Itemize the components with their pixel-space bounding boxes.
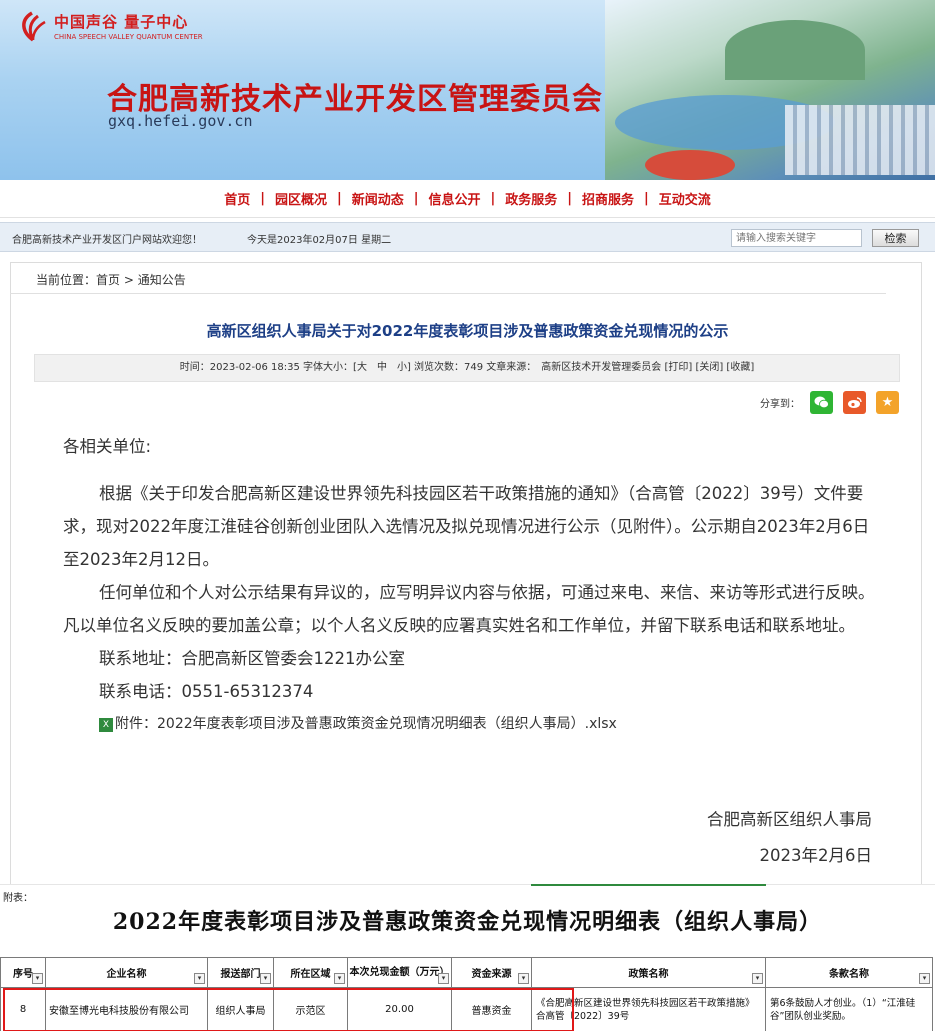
nav-item-gov-services[interactable]: 政务服务	[495, 189, 567, 208]
nav-item-info-disclosure[interactable]: 信息公开	[418, 189, 490, 208]
cell-clause: 第6条鼓励人才创业。（1）“江淮硅谷”团队创业奖励。	[765, 987, 933, 1031]
favorite-star-icon[interactable]: ★	[876, 391, 899, 414]
excel-file-icon: X	[99, 717, 113, 732]
filter-dropdown-icon[interactable]: ▾	[194, 973, 205, 984]
logo-mark-icon	[18, 10, 48, 42]
contact-phone: 联系电话：0551-65312374	[99, 682, 314, 701]
main-nav: 首页 | 园区概况 | 新闻动态 | 信息公开 | 政务服务 | 招商服务 | …	[0, 180, 935, 218]
status-bar: 合肥高新技术产业开发区门户网站欢迎您！ 今天是2023年02月07日 星期二 检…	[0, 222, 935, 252]
column-header: 本次兑现金额（万元） ▾	[347, 957, 452, 988]
search-input[interactable]	[731, 229, 862, 247]
filter-dropdown-icon[interactable]: ▾	[32, 973, 43, 984]
nav-item-park-overview[interactable]: 园区概况	[265, 189, 337, 208]
wechat-icon[interactable]	[810, 391, 833, 414]
column-header: 条款名称 ▾	[765, 957, 933, 988]
share-label: 分享到：	[760, 399, 800, 410]
article-meta: 时间：2023-02-06 18:35 字体大小：[大 中 小] 浏览次数：74…	[34, 354, 900, 382]
nav-item-investment[interactable]: 招商服务	[572, 189, 644, 208]
nav-item-interaction[interactable]: 互动交流	[649, 189, 721, 208]
paragraph: 根据《关于印发合肥高新区建设世界领先科技园区若干政策措施的通知》（合高管〔202…	[63, 484, 870, 569]
sheet-title: 2022年度表彰项目涉及普惠政策资金兑现情况明细表（组织人事局）	[112, 909, 823, 935]
highlight-box	[3, 988, 574, 1031]
filter-dropdown-icon[interactable]: ▾	[260, 973, 271, 984]
attachment-label: 附件：2022年度表彰项目涉及普惠政策资金兑现情况明细表（组织人事局）.xlsx	[115, 716, 617, 732]
column-header: 序号 ▾	[0, 957, 46, 988]
article-body: 各相关单位: 根据《关于印发合肥高新区建设世界领先科技园区若干政策措施的通知》（…	[63, 430, 875, 741]
paragraph: 任何单位和个人对公示结果有异议的，应写明异议内容与依据，可通过来电、来信、来访等…	[63, 583, 875, 635]
cell-selection-line	[531, 884, 766, 886]
filter-dropdown-icon[interactable]: ▾	[752, 973, 763, 984]
table-header-row: 序号 ▾ 企业名称 ▾ 报送部门 ▾ 所在区域 ▾ 本次兑现金额（万元） ▾ 资金来源 ▾ …	[0, 957, 933, 988]
filter-dropdown-icon[interactable]: ▾	[438, 973, 449, 984]
sheet-label: 附表：	[3, 893, 33, 904]
attachment-sheet-preview: 附表： 2022年度表彰项目涉及普惠政策资金兑现情况明细表（组织人事局） 序号 ▾…	[0, 884, 935, 1031]
site-url: gxq.hefei.gov.cn	[108, 112, 253, 130]
logo-text-cn: 中国声谷 量子中心	[54, 13, 189, 31]
breadcrumb-prefix: 当前位置：	[36, 273, 97, 287]
attachment-link[interactable]: X 附件：2022年度表彰项目涉及普惠政策资金兑现情况明细表（组织人事局）.xl…	[99, 708, 875, 741]
divider	[0, 884, 935, 885]
current-date: 今天是2023年02月07日 星期二	[247, 235, 392, 246]
column-header: 资金来源 ▾	[451, 957, 532, 988]
banner-scenery-image	[605, 0, 935, 180]
article-title: 高新区组织人事局关于对2022年度表彰项目涉及普惠政策资金兑现情况的公示	[206, 322, 729, 340]
column-header: 报送部门 ▾	[207, 957, 274, 988]
breadcrumb-arrow: >	[123, 273, 134, 287]
site-banner: 中国声谷 量子中心 CHINA SPEECH VALLEY QUANTUM CE…	[0, 0, 935, 180]
column-header: 企业名称 ▾	[45, 957, 208, 988]
column-header: 所在区域 ▾	[273, 957, 348, 988]
breadcrumb-home-link[interactable]: 首页	[96, 273, 120, 287]
column-header: 政策名称 ▾	[531, 957, 766, 988]
breadcrumb-current-link[interactable]: 通知公告	[138, 273, 186, 287]
breadcrumb: 当前位置：首页 > 通知公告	[10, 271, 886, 294]
share-bar: 分享到： ★	[760, 391, 899, 414]
greeting: 各相关单位:	[63, 437, 152, 456]
signature-org: 合肥高新区组织人事局	[707, 810, 872, 829]
weibo-icon[interactable]	[843, 391, 866, 414]
contact-address: 联系地址：合肥高新区管委会1221办公室	[99, 649, 405, 668]
filter-dropdown-icon[interactable]: ▾	[518, 973, 529, 984]
divider	[10, 293, 886, 294]
filter-dropdown-icon[interactable]: ▾	[919, 973, 930, 984]
nav-item-news[interactable]: 新闻动态	[342, 189, 414, 208]
signature-date: 2023年2月6日	[759, 846, 873, 865]
logo-text-en: CHINA SPEECH VALLEY QUANTUM CENTER	[54, 33, 203, 41]
filter-dropdown-icon[interactable]: ▾	[334, 973, 345, 984]
nav-item-home[interactable]: 首页	[214, 189, 260, 208]
search-button[interactable]: 检索	[872, 229, 919, 247]
welcome-text: 合肥高新技术产业开发区门户网站欢迎您！	[12, 235, 202, 246]
logo[interactable]: 中国声谷 量子中心 CHINA SPEECH VALLEY QUANTUM CE…	[18, 10, 203, 42]
